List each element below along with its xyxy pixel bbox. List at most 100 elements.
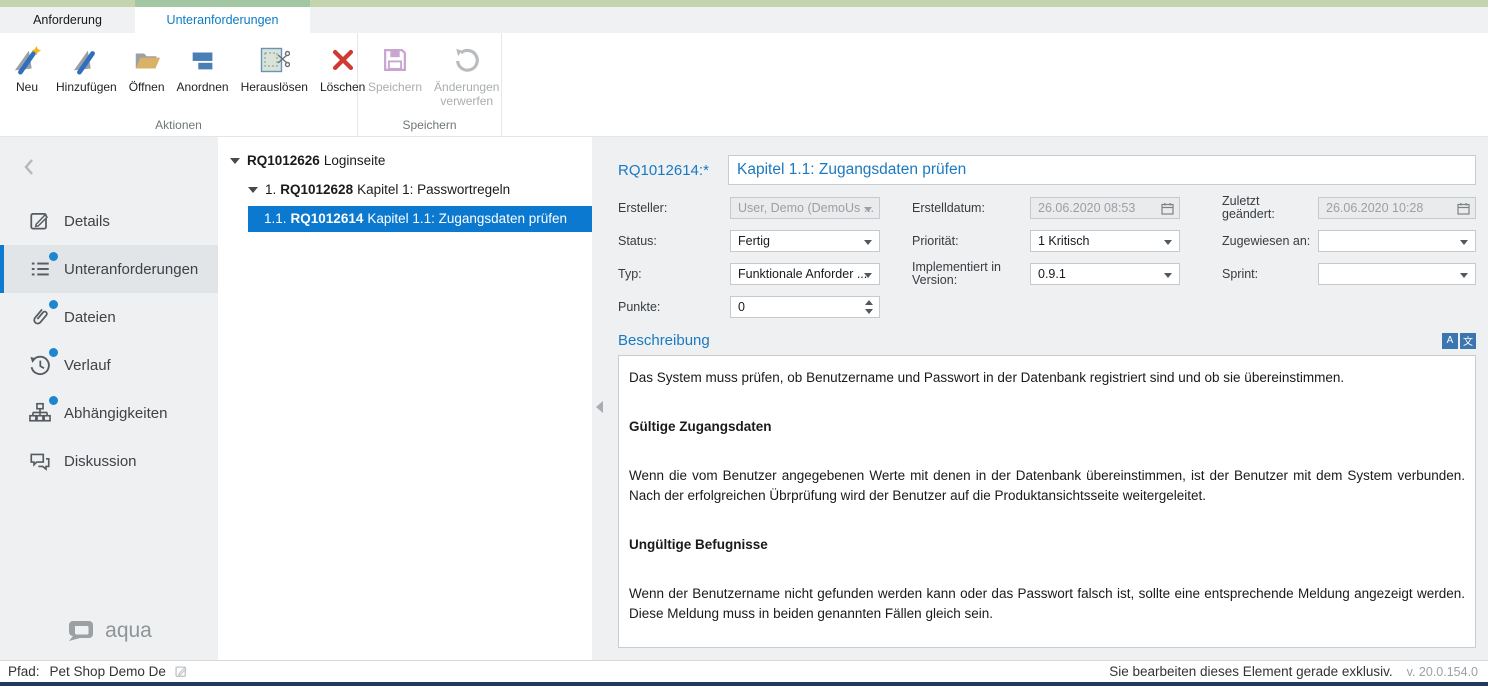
- step-up-icon: [865, 300, 873, 305]
- discussion-icon: [28, 449, 52, 473]
- edit-icon: [28, 209, 52, 233]
- sidebar-item-details[interactable]: Details: [0, 197, 218, 245]
- tree-item-rq1012626[interactable]: RQ1012626 Loginseite: [218, 146, 592, 175]
- detach-button[interactable]: Herauslösen: [235, 40, 314, 96]
- path-label: Pfad:: [8, 664, 40, 679]
- description-heading-bold: Gültige Zugangsdaten: [629, 417, 1465, 437]
- sidebar-item-diskussion[interactable]: Diskussion: [0, 437, 218, 485]
- ribbon-toolbar: Neu Hinzufügen Öffnen: [0, 33, 1488, 137]
- status-select[interactable]: Fertig: [730, 230, 880, 252]
- arrange-button[interactable]: Anordnen: [171, 40, 235, 96]
- step-down-icon: [865, 309, 873, 314]
- punkte-stepper[interactable]: 0: [730, 296, 880, 318]
- version-select[interactable]: 0.9.1: [1030, 263, 1180, 285]
- chevron-down-icon: [864, 273, 872, 278]
- main-area: Details Unteranforderungen: [0, 137, 1488, 660]
- tree-item-rq1012628[interactable]: 1. RQ1012628 Kapitel 1: Passwortregeln: [218, 175, 592, 204]
- ribbon-group-speichern: Speichern Änderungen verwerfen Speichern: [358, 33, 502, 136]
- panel-splitter[interactable]: [592, 137, 608, 660]
- title-input[interactable]: [728, 155, 1476, 185]
- open-button[interactable]: Öffnen: [123, 40, 171, 96]
- chevron-down-icon: [864, 240, 872, 245]
- top-accent-strip: [0, 0, 1488, 7]
- field-label-sprint: Sprint:: [1222, 268, 1318, 281]
- badge-dot: [49, 300, 58, 309]
- path-value: Pet Shop Demo De: [50, 664, 166, 679]
- description-paragraph: Wenn die vom Benutzer angegebenen Werte …: [629, 466, 1465, 506]
- arrange-icon: [186, 42, 220, 78]
- delete-x-icon: [326, 42, 360, 78]
- aqua-logo-icon: [66, 618, 96, 644]
- field-label-zugewiesen-an: Zugewiesen an:: [1222, 235, 1318, 248]
- tree-item-rq1012614[interactable]: 1.1. RQ1012614 Kapitel 1.1: Zugangsdaten…: [218, 204, 592, 233]
- field-label-erstelldatum: Erstelldatum:: [912, 202, 1030, 215]
- erstelldatum-field[interactable]: 26.06.2020 08:53: [1030, 197, 1180, 219]
- aqua-logo: aqua: [0, 618, 218, 644]
- exclusive-edit-status: Sie bearbeiten dieses Element gerade exk…: [1109, 664, 1392, 679]
- tab-unteranforderungen[interactable]: Unteranforderungen: [135, 7, 310, 33]
- ribbon-group-aktionen: Neu Hinzufügen Öffnen: [0, 33, 358, 136]
- tab-bar: Anforderung Unteranforderungen: [0, 7, 1488, 33]
- tree-item-selected[interactable]: 1.1. RQ1012614 Kapitel 1.1: Zugangsdaten…: [248, 206, 592, 232]
- requirement-id-label: RQ1012614:*: [618, 162, 728, 179]
- zuletzt-geaendert-field[interactable]: 26.06.2020 10:28: [1318, 197, 1476, 219]
- field-label-ersteller: Ersteller:: [618, 202, 730, 215]
- details-panel: RQ1012614:* Ersteller: User, Demo (DemoU…: [608, 137, 1488, 660]
- paperclip-icon: [28, 305, 52, 329]
- description-editor[interactable]: Das System muss prüfen, ob Benutzername …: [618, 355, 1476, 648]
- save-floppy-icon: [378, 42, 412, 78]
- undo-icon: [450, 42, 484, 78]
- expander-caret-icon[interactable]: [230, 158, 240, 164]
- field-label-implementiert-in-version: Implementiert in Version:: [912, 261, 1030, 287]
- discard-changes-button[interactable]: Änderungen verwerfen: [428, 40, 505, 110]
- translate-lang-icon[interactable]: 文: [1460, 333, 1476, 349]
- description-paragraph: Wenn der Benutzername nicht gefunden wer…: [629, 584, 1465, 624]
- new-button[interactable]: Neu: [4, 40, 50, 96]
- sidebar-item-unteranforderungen[interactable]: Unteranforderungen: [0, 245, 218, 293]
- sidebar-item-abhaengigkeiten[interactable]: Abhängigkeiten: [0, 389, 218, 437]
- sidebar-collapse-button[interactable]: [22, 157, 42, 177]
- field-label-prioritaet: Priorität:: [912, 235, 1030, 248]
- translate-a-icon[interactable]: A: [1442, 333, 1458, 349]
- sprint-select[interactable]: [1318, 263, 1476, 285]
- description-paragraph: Das System muss prüfen, ob Benutzername …: [629, 368, 1465, 388]
- field-grid: Ersteller: User, Demo (DemoUs ... Erstel…: [618, 195, 1476, 318]
- typ-select[interactable]: Funktionale Anforder ...: [730, 263, 880, 285]
- requirements-tree: RQ1012626 Loginseite 1. RQ1012628 Kapite…: [218, 137, 592, 660]
- active-tab-accent: [135, 0, 310, 7]
- history-icon: [28, 353, 52, 377]
- splitter-collapse-icon[interactable]: [596, 401, 603, 413]
- open-folder-icon: [130, 42, 164, 78]
- edit-path-icon[interactable]: [174, 664, 189, 679]
- chevron-down-icon: [864, 207, 872, 212]
- sidebar: Details Unteranforderungen: [0, 137, 218, 660]
- field-label-status: Status:: [618, 235, 730, 248]
- sidebar-item-dateien[interactable]: Dateien: [0, 293, 218, 341]
- description-header-row: Beschreibung A 文: [618, 332, 1476, 349]
- description-heading-bold: Ungültige Befugnisse: [629, 535, 1465, 555]
- translate-buttons: A 文: [1442, 333, 1476, 349]
- stepper-arrows[interactable]: [863, 297, 875, 317]
- aqua-logo-text: aqua: [105, 619, 152, 643]
- zugewiesen-an-select[interactable]: [1318, 230, 1476, 252]
- list-icon: [28, 257, 52, 281]
- add-wand-icon: [69, 42, 103, 78]
- hierarchy-icon: [28, 401, 52, 425]
- prioritaet-select[interactable]: 1 Kritisch: [1030, 230, 1180, 252]
- ersteller-select[interactable]: User, Demo (DemoUs ...: [730, 197, 880, 219]
- app-version: v. 20.0.154.0: [1407, 665, 1478, 679]
- add-button[interactable]: Hinzufügen: [50, 40, 123, 96]
- chevron-down-icon: [1460, 273, 1468, 278]
- badge-dot: [49, 348, 58, 357]
- bottom-accent-bar: [0, 682, 1488, 686]
- expander-caret-icon[interactable]: [248, 187, 258, 193]
- chevron-down-icon: [1460, 240, 1468, 245]
- new-wand-icon: [10, 42, 44, 78]
- field-label-typ: Typ:: [618, 268, 730, 281]
- description-heading: Beschreibung: [618, 332, 710, 349]
- ribbon-group-label-aktionen: Aktionen: [0, 118, 357, 132]
- sidebar-item-verlauf[interactable]: Verlauf: [0, 341, 218, 389]
- save-button[interactable]: Speichern: [362, 40, 428, 96]
- calendar-icon: [1161, 202, 1174, 215]
- tab-anforderung[interactable]: Anforderung: [0, 7, 135, 33]
